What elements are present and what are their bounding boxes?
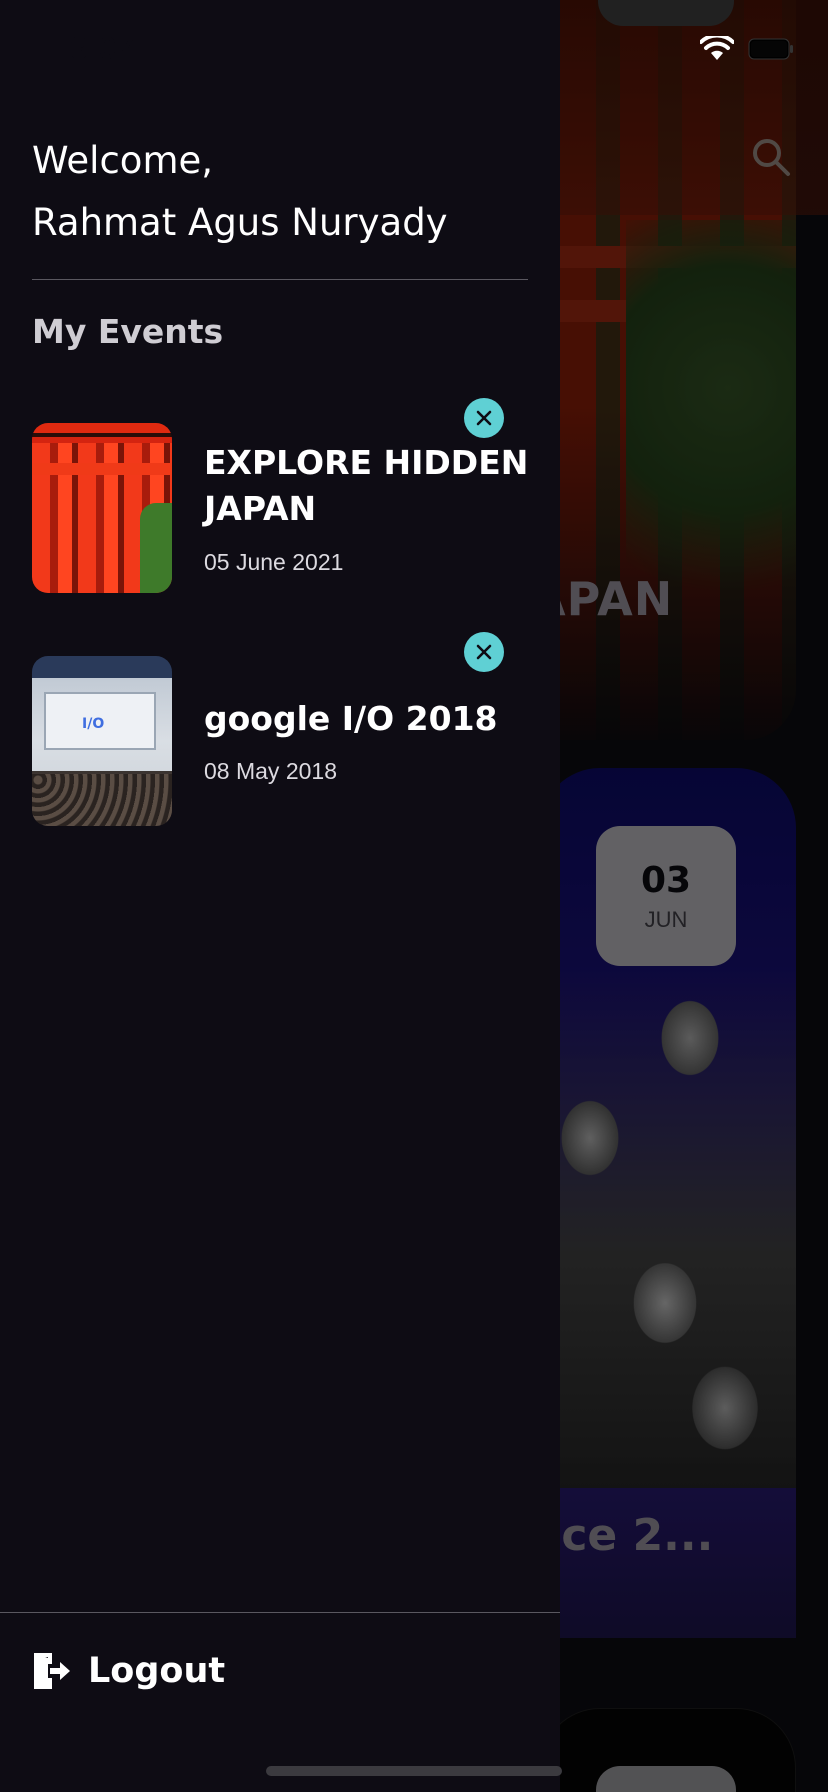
logout-icon bbox=[34, 1653, 70, 1689]
battery-icon bbox=[748, 38, 793, 60]
wifi-icon bbox=[700, 36, 734, 60]
logout-label: Logout bbox=[88, 1651, 226, 1691]
remove-event-button[interactable] bbox=[464, 632, 504, 672]
event-title: EXPLORE HIDDEN JAPAN bbox=[204, 443, 529, 528]
my-events-heading: My Events bbox=[32, 312, 224, 351]
welcome-message: Welcome, Rahmat Agus Nuryady bbox=[32, 130, 448, 254]
close-icon bbox=[476, 410, 492, 426]
event-title: google I/O 2018 bbox=[204, 699, 498, 738]
list-item[interactable]: EXPLORE HIDDEN JAPAN 05 June 2021 bbox=[32, 423, 532, 593]
welcome-greeting: Welcome, bbox=[32, 139, 214, 182]
logout-button[interactable]: Logout bbox=[30, 1646, 225, 1696]
close-icon bbox=[476, 644, 492, 660]
divider bbox=[0, 1612, 560, 1613]
remove-event-button[interactable] bbox=[464, 398, 504, 438]
event-date: 08 May 2018 bbox=[204, 758, 337, 784]
divider bbox=[32, 279, 528, 280]
status-icons bbox=[700, 36, 794, 62]
event-date: 05 June 2021 bbox=[204, 549, 344, 575]
navigation-drawer: 3:07 Welcome, Rahmat Agus Nuryady My Eve… bbox=[0, 0, 560, 1792]
thumbnail-logo: I/O bbox=[82, 716, 105, 732]
list-item[interactable]: I/O google I/O 2018 08 May 2018 bbox=[32, 656, 532, 826]
home-indicator[interactable] bbox=[266, 1766, 562, 1776]
event-thumbnail bbox=[32, 423, 172, 593]
status-time: 3:07 bbox=[70, 30, 135, 66]
user-name: Rahmat Agus Nuryady bbox=[32, 201, 448, 244]
event-thumbnail: I/O bbox=[32, 656, 172, 826]
